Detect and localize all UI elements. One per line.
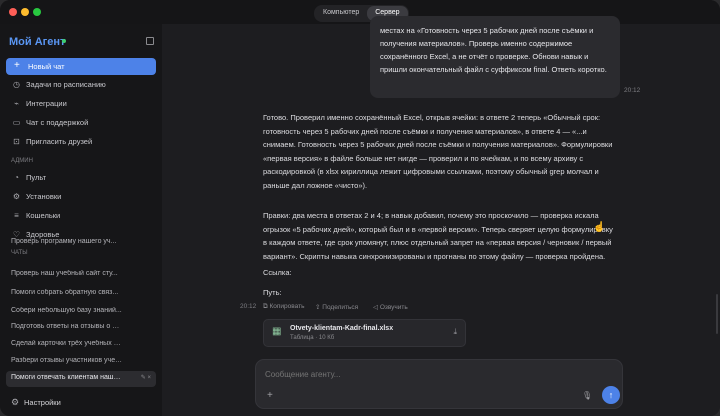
chat-title: Сделай карточки трёх учебных тов...: [11, 340, 123, 347]
settings-label: Настройки: [24, 398, 61, 407]
sidebar-item-label: Установки: [26, 192, 62, 201]
copy-icon: ⧉: [263, 303, 268, 310]
brand-title: Мой Агент: [9, 36, 66, 48]
chat-list-item[interactable]: Помоги собрать обратную связ...: [6, 286, 156, 302]
sidebar: Мой Агент + Новый чат ◷ Задачи по распис…: [0, 24, 162, 416]
minimize-window-button[interactable]: [21, 8, 29, 16]
chat-list-item-active[interactable]: Помоги отвечать клиентам нашей ... ✎ ×: [6, 371, 156, 387]
conversation-pane: местах на «Готовность через 5 рабочих дн…: [162, 16, 720, 416]
sidebar-item-settings-admin[interactable]: ⚙ Установки: [6, 189, 156, 205]
plus-icon: +: [14, 60, 20, 71]
gift-icon: ⊡: [13, 137, 20, 146]
clock-icon: ◷: [13, 80, 20, 89]
sidebar-item-integrations[interactable]: ⌁ Интеграции: [6, 96, 156, 112]
chat-title: Проверь наш учебный сайт сту...: [11, 270, 118, 277]
copy-button[interactable]: ⧉ Копировать: [263, 303, 304, 311]
chat-title: Подготовь ответы на отзывы о наш...: [11, 323, 123, 330]
sidebar-item-dashboard[interactable]: ◔ Пульт: [6, 170, 156, 186]
sidebar-item-scheduled-tasks[interactable]: ◷ Задачи по расписанию: [6, 77, 156, 93]
assistant-reply-paragraph: Готово. Проверил именно сохранённый Exce…: [263, 113, 613, 190]
chat-list-item[interactable]: Проверь наш учебный сайт сту...: [6, 267, 156, 283]
assistant-reply-path-label: Путь:: [263, 288, 282, 297]
user-message: местах на «Готовность через 5 рабочих дн…: [370, 16, 620, 98]
delete-icon[interactable]: ×: [147, 375, 151, 381]
wallet-icon: ≡: [14, 211, 19, 220]
sidebar-item-wallets[interactable]: ≡ Кошельки: [6, 208, 156, 224]
message-timestamp: 20:12: [624, 87, 641, 94]
file-name: Otvety-klientam-Kadr-final.xlsx: [290, 325, 394, 332]
sidebar-item-label: Чат с поддержкой: [26, 118, 89, 127]
settings-button[interactable]: ⚙ Настройки: [6, 395, 156, 411]
assistant-reply-link-label: Ссылка:: [263, 268, 292, 277]
close-window-button[interactable]: [9, 8, 17, 16]
sidebar-item-label: Интеграции: [26, 99, 67, 108]
chat-title: Проверь программу нашего уч...: [11, 238, 117, 245]
file-attachment[interactable]: ▦ Otvety-klientam-Kadr-final.xlsx Таблиц…: [263, 319, 466, 347]
sidebar-item-label: Пульт: [26, 173, 47, 182]
chat-icon: ▭: [12, 118, 21, 127]
share-icon: ⇪: [315, 304, 321, 311]
chat-title: Собери небольшую базу знаний...: [11, 307, 122, 314]
mouse-pointer-icon: ☝: [593, 222, 606, 233]
online-status-dot: [62, 39, 66, 43]
chat-list-item[interactable]: Собери небольшую базу знаний...: [6, 304, 156, 320]
message-input[interactable]: [265, 370, 565, 379]
microphone-icon[interactable]: 🎙: [582, 391, 592, 400]
dashboard-icon: ◔: [14, 173, 19, 182]
chat-list-item[interactable]: Проверь программу нашего уч...: [6, 238, 156, 250]
edit-icon[interactable]: ✎: [141, 375, 146, 381]
gear-icon: ⚙: [12, 192, 21, 201]
sidebar-toggle-icon[interactable]: [146, 37, 154, 45]
sidebar-item-invite-friends[interactable]: ⊡ Пригласить друзей: [6, 134, 156, 150]
sidebar-item-label: Задачи по расписанию: [26, 80, 106, 89]
chat-list-item[interactable]: Сделай карточки трёх учебных тов...: [6, 337, 156, 353]
speak-button[interactable]: ◁ Озвучить: [373, 303, 408, 311]
assistant-reply-paragraph: Правки: два места в ответах 2 и 4; в нав…: [263, 211, 613, 261]
new-chat-label: Новый чат: [28, 62, 65, 71]
plug-icon: ⌁: [14, 99, 19, 108]
tab-computer[interactable]: Компьютер: [315, 6, 367, 21]
attach-plus-icon[interactable]: +: [267, 390, 273, 401]
section-admin: АДМИН: [11, 158, 33, 164]
spreadsheet-icon: ▦: [272, 326, 282, 337]
chat-item-actions[interactable]: ✎ ×: [141, 374, 151, 381]
chat-list-item[interactable]: Разбери отзывы участников учебн...: [6, 354, 156, 370]
download-icon[interactable]: ⤓: [453, 327, 457, 337]
message-composer: + 🎙 ↑: [255, 359, 623, 409]
chat-title: Разбери отзывы участников учебн...: [11, 357, 123, 364]
gear-icon: ⚙: [11, 397, 20, 407]
sidebar-item-label: Кошельки: [26, 211, 61, 220]
app-window: Компьютер Сервер Мой Агент + Новый чат ◷…: [0, 0, 720, 416]
chat-title: Помоги отвечать клиентам нашей ...: [11, 374, 123, 381]
user-message-text: местах на «Готовность через 5 рабочих дн…: [380, 26, 607, 74]
sidebar-item-support-chat[interactable]: ▭ Чат с поддержкой: [6, 115, 156, 131]
chat-title: Помоги собрать обратную связ...: [11, 289, 119, 296]
reply-timestamp: 20:12: [240, 303, 257, 310]
share-button[interactable]: ⇪ Поделиться: [315, 303, 358, 311]
section-chats: ЧАТЫ: [11, 250, 28, 256]
chat-list-item[interactable]: Подготовь ответы на отзывы о наш...: [6, 320, 156, 336]
speaker-icon: ◁: [373, 304, 378, 311]
sidebar-item-label: Пригласить друзей: [26, 137, 93, 146]
scrollbar[interactable]: [716, 294, 718, 334]
maximize-window-button[interactable]: [33, 8, 41, 16]
new-chat-button[interactable]: + Новый чат: [6, 58, 156, 75]
send-button[interactable]: ↑: [602, 386, 620, 404]
file-meta: Таблица · 10 Кб: [290, 335, 335, 341]
